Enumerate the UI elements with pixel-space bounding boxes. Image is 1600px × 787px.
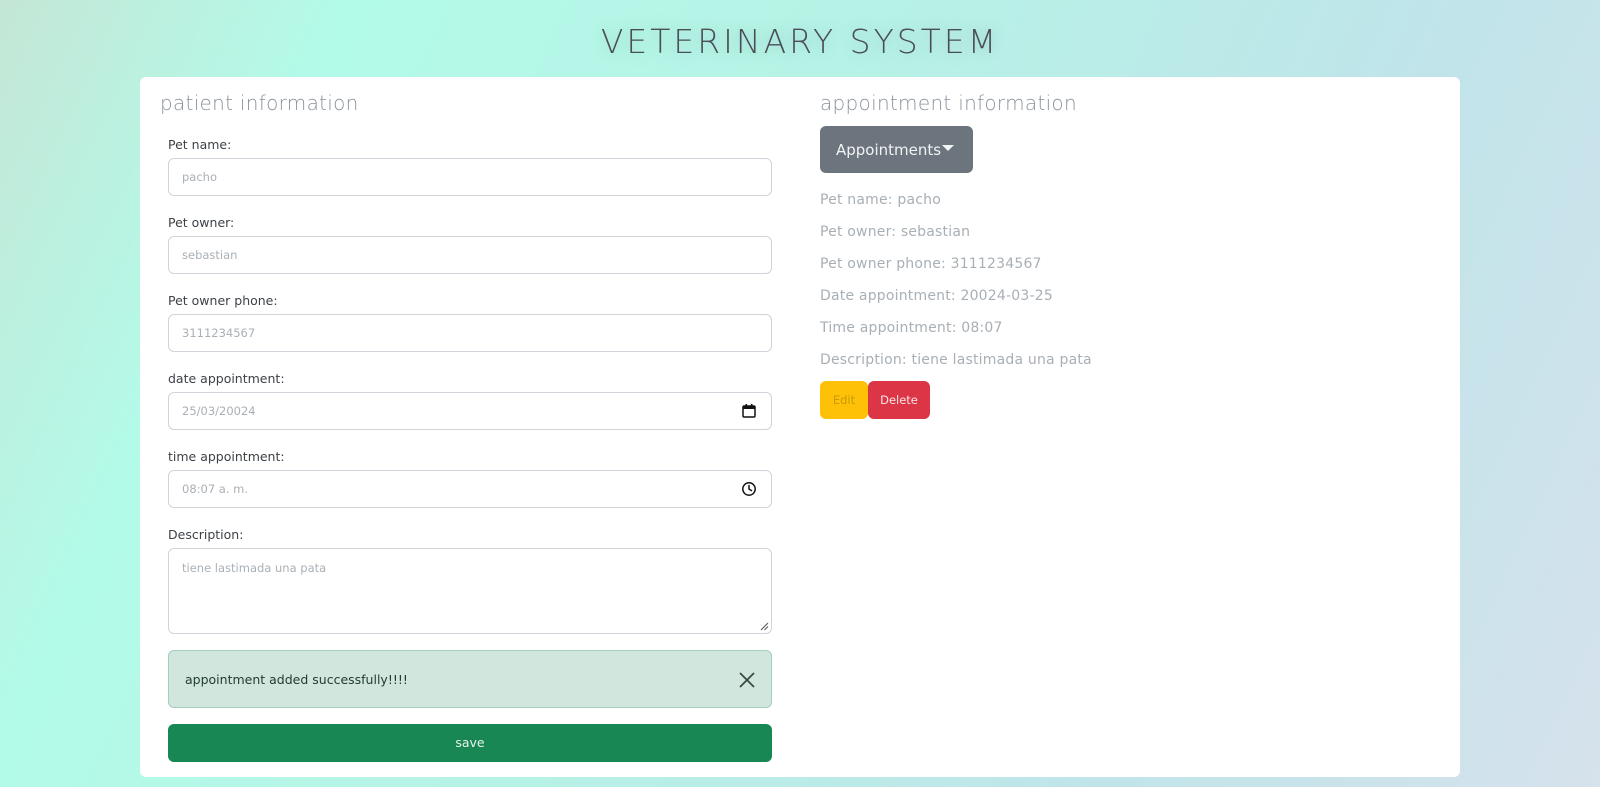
pet-owner-label: Pet owner: — [168, 215, 235, 230]
date-appointment-value: 25/03/20024 — [182, 404, 256, 418]
pet-name-label: Pet name: — [168, 137, 232, 152]
appointments-dropdown-label: Appointments — [836, 141, 942, 159]
success-alert: appointment added successfully!!!! — [168, 650, 772, 708]
time-appointment-value: 08:07 a. m. — [182, 482, 249, 496]
patient-section-title: patient information — [160, 91, 359, 115]
close-icon[interactable] — [737, 670, 757, 690]
detail-description: Description: tiene lastimada una pata — [820, 352, 1092, 368]
appointment-section-title: appointment information — [820, 91, 1077, 115]
main-card: patient information Pet name: pacho Pet … — [140, 77, 1460, 777]
time-appointment-input[interactable]: 08:07 a. m. — [168, 470, 772, 508]
time-appointment-label: time appointment: — [168, 449, 285, 464]
description-value: tiene lastimada una pata — [182, 561, 327, 575]
detail-pet-name: Pet name: pacho — [820, 192, 941, 208]
owner-phone-label: Pet owner phone: — [168, 293, 278, 308]
appointments-dropdown-button[interactable]: Appointments — [820, 126, 973, 173]
alert-message: appointment added successfully!!!! — [185, 672, 408, 687]
pet-owner-input[interactable]: sebastian — [168, 236, 772, 274]
detail-date: Date appointment: 20024-03-25 — [820, 288, 1053, 304]
pet-name-value: pacho — [182, 170, 217, 184]
date-appointment-input[interactable]: 25/03/20024 — [168, 392, 772, 430]
calendar-icon[interactable] — [741, 403, 757, 419]
edit-button[interactable]: Edit — [820, 381, 868, 419]
pet-owner-value: sebastian — [182, 248, 238, 262]
date-appointment-label: date appointment: — [168, 371, 285, 386]
owner-phone-value: 3111234567 — [182, 326, 256, 340]
app-title: VETERINARY SYSTEM — [600, 22, 1000, 61]
save-button[interactable]: save — [168, 724, 772, 762]
resize-grip-icon[interactable] — [760, 622, 769, 631]
description-textarea[interactable]: tiene lastimada una pata — [168, 548, 772, 634]
pet-name-input[interactable]: pacho — [168, 158, 772, 196]
detail-time: Time appointment: 08:07 — [820, 320, 1003, 336]
delete-button[interactable]: Delete — [868, 381, 930, 419]
detail-owner-phone: Pet owner phone: 3111234567 — [820, 256, 1042, 272]
detail-pet-owner: Pet owner: sebastian — [820, 224, 971, 240]
owner-phone-input[interactable]: 3111234567 — [168, 314, 772, 352]
clock-icon[interactable] — [741, 481, 757, 497]
caret-down-icon — [942, 145, 954, 151]
description-label: Description: — [168, 527, 244, 542]
